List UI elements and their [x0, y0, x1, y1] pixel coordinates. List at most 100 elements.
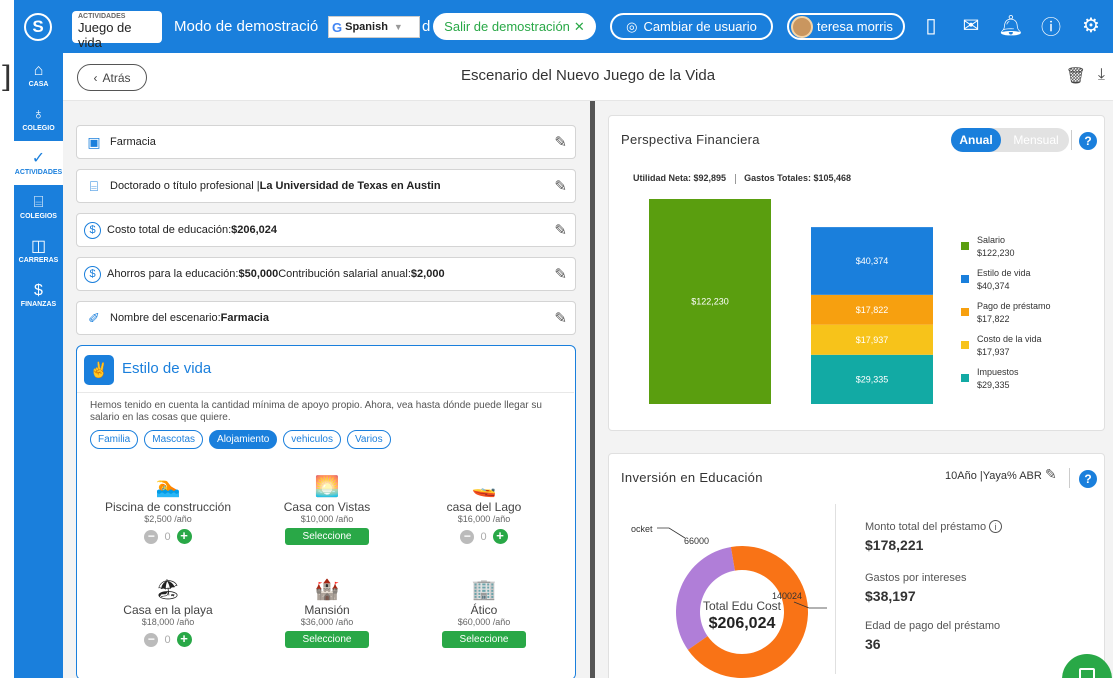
briefcase-icon: ▣: [87, 133, 101, 150]
divider: [1069, 468, 1070, 488]
period-toggle[interactable]: Anual Mensual: [951, 128, 1069, 152]
scenario-panel: ▣ Farmacia ✎ ⌸ Doctorado o título profes…: [63, 101, 590, 678]
pencil-icon[interactable]: ✎: [554, 133, 567, 151]
legend-item: Salario $122,230: [961, 234, 1051, 260]
sidebar-item-actividades[interactable]: ✓ ACTIVIDADES: [14, 141, 63, 185]
savings-row[interactable]: $ Ahorros para la educación: $50,000 Con…: [76, 257, 576, 291]
chip-varios[interactable]: Varios: [347, 430, 391, 449]
legend-label: Pago de préstamo $17,822: [977, 301, 1051, 324]
degree-row[interactable]: ⌸ Doctorado o título profesional | La Un…: [76, 169, 576, 203]
minus-icon[interactable]: −: [460, 529, 475, 544]
bell-icon[interactable]: 🔔︎: [998, 12, 1024, 38]
help-icon[interactable]: ?: [1079, 132, 1097, 150]
chip-familia[interactable]: Familia: [90, 430, 139, 449]
divider: [734, 173, 736, 184]
donut-center-value: $206,024: [709, 615, 776, 632]
loan-terms: 10Año |Yaya% ABR: [945, 470, 1042, 482]
career-value: Farmacia: [110, 136, 156, 148]
payoff-age-stat: Edad de pago del préstamo 36: [865, 620, 1000, 652]
pencil-icon[interactable]: ✎: [1045, 466, 1057, 483]
briefcase-icon: ◫: [30, 237, 47, 255]
sidebar-item-label: ACTIVIDADES: [14, 168, 63, 176]
legend-swatch: [961, 308, 969, 316]
user-switch-icon: ◎: [626, 18, 638, 34]
item-name: Casa en la playa: [123, 603, 213, 617]
trash-icon[interactable]: 🗑︎: [1066, 66, 1086, 86]
switch-user-button[interactable]: ◎ Cambiar de usuario: [610, 13, 773, 40]
plus-icon[interactable]: +: [492, 529, 508, 544]
sidebar-item-label: COLEGIOS: [20, 212, 57, 220]
gear-icon[interactable]: ⚙: [1078, 12, 1104, 38]
contribution-value: $2,000: [410, 268, 445, 280]
sidebar-item-casa[interactable]: ⌂ CASA: [14, 53, 63, 97]
page-header: ‹ Atrás Escenario del Nuevo Juego de la …: [63, 53, 1113, 101]
lifestyle-description: Hemos tenido en cuenta la cantidad mínim…: [90, 400, 542, 423]
degree-prefix: Doctorado o título profesional |: [110, 180, 260, 192]
scenario-name-row[interactable]: ✐ Nombre del escenario: Farmacia ✎: [76, 301, 576, 335]
legend-swatch: [961, 374, 969, 382]
analysis-panel: Perspectiva Financiera Anual Mensual ? U…: [595, 101, 1113, 678]
sidebar-item-finanzas[interactable]: $ FINANZAS: [14, 273, 63, 317]
sunset-icon: 🌅: [314, 476, 340, 498]
document-icon[interactable]: ▯: [918, 12, 944, 38]
chevron-down-icon: ▼: [393, 22, 403, 32]
gutter-mark: ]: [0, 60, 12, 95]
toggle-monthly[interactable]: Mensual: [1003, 128, 1069, 152]
help-icon[interactable]: ⓘ: [1038, 12, 1064, 39]
hand-icon: ✌: [84, 355, 114, 385]
career-row[interactable]: ▣ Farmacia ✎: [76, 125, 576, 159]
pen-icon: ✐: [88, 309, 100, 326]
exit-demo-button[interactable]: Salir de demostración ✕: [433, 13, 596, 40]
item-name: Mansión: [304, 603, 350, 617]
toggle-annual[interactable]: Anual: [951, 128, 1001, 152]
language-select[interactable]: G Spanish ▼: [328, 16, 420, 38]
context-selector[interactable]: ACTIVIDADES Juego de vida: [72, 10, 162, 50]
pencil-icon[interactable]: ✎: [554, 177, 567, 195]
legend-item: Pago de préstamo $17,822: [961, 300, 1051, 326]
help-icon[interactable]: ?: [1079, 470, 1097, 488]
sidebar-item-label: CASA: [28, 80, 49, 88]
education-cost-row[interactable]: $ Costo total de educación: $206,024 ✎: [76, 213, 576, 247]
select-button[interactable]: Seleccione: [442, 631, 526, 648]
item-price: $16,000 /año: [457, 514, 511, 524]
chip-vehiculos[interactable]: vehiculos: [283, 430, 341, 449]
savings-value: $50,000: [238, 268, 279, 280]
sidebar-item-carreras[interactable]: ◫ CARRERAS: [14, 229, 63, 273]
pencil-icon[interactable]: ✎: [554, 221, 567, 239]
minus-icon[interactable]: −: [144, 632, 159, 647]
top-icons: ▯ ✉ 🔔︎ ⓘ ⚙: [918, 12, 1104, 39]
legend-swatch: [961, 341, 969, 349]
chip-alojamiento[interactable]: Alojamiento: [209, 430, 278, 449]
stacked-bar-chart: $122,230 $29,335 $17,937 $17,822 $40,374: [649, 199, 933, 404]
data-label: $29,335: [856, 374, 889, 384]
stat-label: Monto total del préstamo i: [865, 520, 1003, 533]
select-button[interactable]: Seleccione: [285, 528, 369, 545]
minus-icon[interactable]: −: [144, 529, 159, 544]
dollar-icon: $: [84, 221, 101, 239]
quantity-stepper: − 0 +: [399, 529, 569, 544]
sidebar-item-colegio[interactable]: ♁ COLEGIO: [14, 97, 63, 141]
sidebar-item-colegios[interactable]: ⌸ COLEGIOS: [14, 185, 63, 229]
pencil-icon[interactable]: ✎: [554, 309, 567, 327]
building-icon: ⌸: [33, 193, 44, 211]
pencil-icon[interactable]: ✎: [554, 265, 567, 283]
chip-mascotas[interactable]: Mascotas: [144, 430, 204, 449]
quantity-value: 0: [480, 530, 487, 543]
info-icon[interactable]: i: [989, 520, 1003, 533]
plus-icon[interactable]: +: [176, 529, 192, 544]
legend-item: Costo de la vida $17,937: [961, 333, 1051, 359]
mail-icon[interactable]: ✉: [958, 12, 984, 38]
education-cost-value: $206,024: [231, 224, 278, 236]
data-label: $17,822: [856, 305, 889, 315]
item-name: Casa con Vistas: [283, 500, 371, 514]
plus-icon[interactable]: +: [176, 632, 192, 647]
app-logo[interactable]: S: [24, 12, 52, 41]
sidebar: ⌂ CASA ♁ COLEGIO ✓ ACTIVIDADES ⌸ COLEGIO…: [14, 53, 63, 678]
select-button[interactable]: Seleccione: [285, 631, 369, 648]
app-window: ] S ACTIVIDADES Juego de vida Modo de de…: [0, 0, 1113, 678]
download-icon[interactable]: ⤓: [1098, 66, 1105, 86]
user-menu[interactable]: teresa morris: [787, 13, 905, 40]
data-label: $40,374: [856, 256, 889, 266]
chart-legend: Salario $122,230 Estilo de vida $40,374 Pago…: [961, 234, 1051, 399]
education-investment-title: Inversión en Educación: [621, 470, 763, 485]
